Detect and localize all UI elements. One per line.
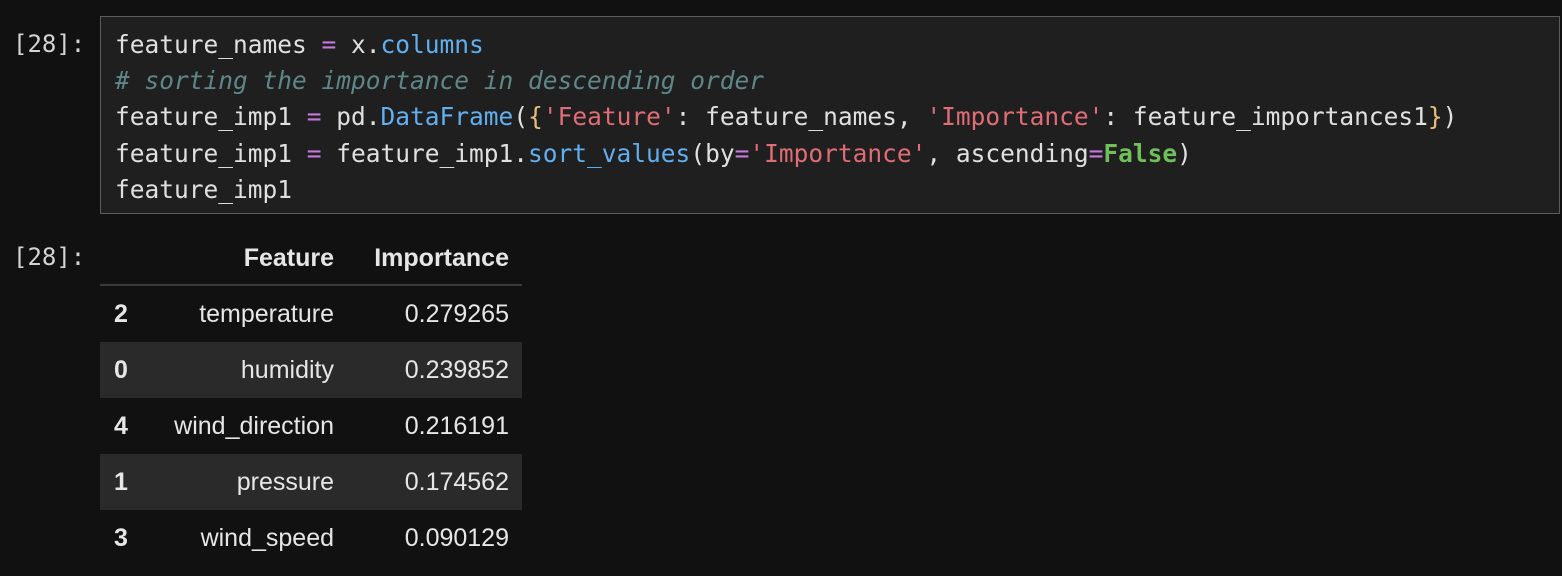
code-token-string: 'Feature' — [542, 102, 676, 131]
code-token: : feature_importances1 — [1103, 102, 1428, 131]
code-line-1: feature_names = x.columns — [115, 27, 484, 63]
feature-cell: temperature — [199, 299, 334, 328]
code-token: feature_names — [115, 30, 322, 59]
dataframe-table: Feature Importance 2 temperature 0.27926… — [100, 232, 522, 566]
importance-cell: 0.174562 — [404, 467, 509, 496]
row-index: 3 — [114, 523, 128, 552]
code-token: feature_imp1 — [115, 175, 293, 204]
code-token: ) — [1177, 139, 1192, 168]
row-index: 2 — [114, 299, 128, 328]
table-row: 2 temperature 0.279265 — [100, 286, 522, 342]
code-line-2: # sorting the importance in descending o… — [115, 63, 764, 99]
code-token-constant: False — [1103, 139, 1178, 168]
code-token: ) — [1442, 102, 1458, 131]
code-token: ( — [513, 102, 529, 131]
feature-cell: humidity — [240, 355, 334, 384]
code-token-operator: = — [306, 139, 322, 168]
code-token-brace: } — [1427, 102, 1443, 131]
code-token: (by — [690, 139, 735, 168]
code-line-4: feature_imp1 = feature_imp1.sort_values(… — [115, 136, 1192, 172]
code-comment: # sorting the importance in descending o… — [115, 66, 765, 95]
code-token-string: 'Importance' — [926, 102, 1104, 131]
row-index: 1 — [114, 467, 128, 496]
row-index: 4 — [114, 411, 128, 440]
code-token-operator: = — [306, 102, 322, 131]
feature-cell: pressure — [236, 467, 334, 496]
table-row: 0 humidity 0.239852 — [100, 342, 522, 398]
header-importance: Importance — [374, 243, 509, 272]
code-token: x. — [336, 30, 381, 59]
row-index: 0 — [114, 355, 128, 384]
code-token-attribute: columns — [380, 30, 484, 59]
code-token-attribute: DataFrame — [380, 102, 514, 131]
code-token-operator: = — [1088, 139, 1104, 168]
code-token-string: 'Importance' — [749, 139, 927, 168]
table-row: 1 pressure 0.174562 — [100, 454, 522, 510]
header-index — [100, 232, 142, 284]
importance-cell: 0.239852 — [404, 355, 509, 384]
importance-cell: 0.279265 — [404, 299, 509, 328]
importance-cell: 0.216191 — [404, 411, 509, 440]
table-row: 4 wind_direction 0.216191 — [100, 398, 522, 454]
code-line-3: feature_imp1 = pd.DataFrame({'Feature': … — [115, 99, 1457, 135]
header-feature: Feature — [243, 243, 334, 272]
input-prompt: [28]: — [13, 30, 86, 58]
code-token-brace: { — [528, 102, 543, 131]
code-line-5: feature_imp1 — [115, 172, 292, 208]
feature-cell: wind_speed — [200, 523, 334, 552]
code-token-operator: = — [321, 30, 337, 59]
code-cell[interactable]: feature_names = x.columns # sorting the … — [100, 16, 1560, 214]
code-token: feature_imp1. — [321, 139, 529, 168]
code-token: , ascending — [926, 139, 1089, 168]
code-token-operator: = — [734, 139, 750, 168]
notebook-page: [28]: feature_names = x.columns # sortin… — [0, 0, 1562, 576]
code-token: feature_imp1 — [115, 139, 307, 168]
table-row: 3 wind_speed 0.090129 — [100, 510, 522, 566]
table-header-row: Feature Importance — [100, 232, 522, 286]
feature-cell: wind_direction — [174, 411, 334, 440]
code-token-attribute: sort_values — [528, 139, 691, 168]
code-token: pd. — [321, 102, 381, 131]
output-prompt: [28]: — [13, 243, 86, 271]
code-token: feature_imp1 — [115, 102, 307, 131]
importance-cell: 0.090129 — [404, 523, 509, 552]
code-token: : feature_names, — [675, 102, 927, 131]
